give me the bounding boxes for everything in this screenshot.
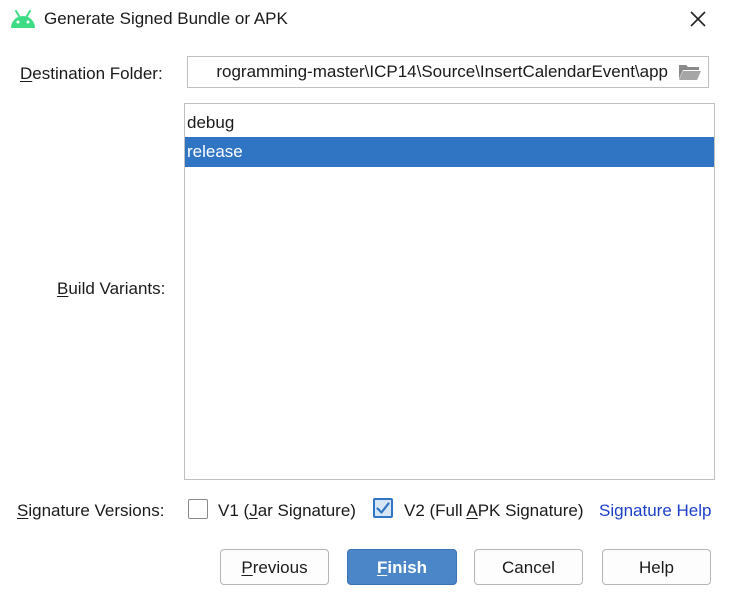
close-icon: [690, 11, 706, 27]
checkmark-icon: [376, 502, 390, 514]
destination-folder-label: Destination Folder:: [20, 64, 163, 83]
signature-help-link[interactable]: Signature Help: [599, 500, 711, 522]
v2-signature-checkbox[interactable]: [373, 498, 393, 518]
previous-button[interactable]: Previous: [220, 549, 329, 585]
window-title: Generate Signed Bundle or APK: [44, 9, 288, 28]
help-button[interactable]: Help: [602, 549, 711, 585]
destination-folder-field[interactable]: rogramming-master\ICP14\Source\InsertCal…: [187, 56, 709, 88]
signature-versions-label: Signature Versions:: [17, 501, 165, 520]
v2-signature-label[interactable]: V2 (Full APK Signature): [404, 500, 584, 522]
build-variants-label: Build Variants:: [57, 279, 166, 298]
android-icon: [10, 9, 36, 29]
finish-button[interactable]: Finish: [347, 549, 457, 585]
list-item-debug[interactable]: debug: [185, 108, 714, 138]
destination-folder-value[interactable]: rogramming-master\ICP14\Source\InsertCal…: [216, 57, 668, 87]
build-variants-list[interactable]: debug release: [184, 103, 715, 480]
v1-signature-checkbox[interactable]: [188, 499, 208, 519]
close-button[interactable]: [684, 6, 712, 32]
list-item-release[interactable]: release: [185, 137, 714, 167]
cancel-button[interactable]: Cancel: [474, 549, 583, 585]
folder-open-icon[interactable]: [678, 62, 702, 82]
v1-signature-label[interactable]: V1 (Jar Signature): [218, 500, 356, 522]
